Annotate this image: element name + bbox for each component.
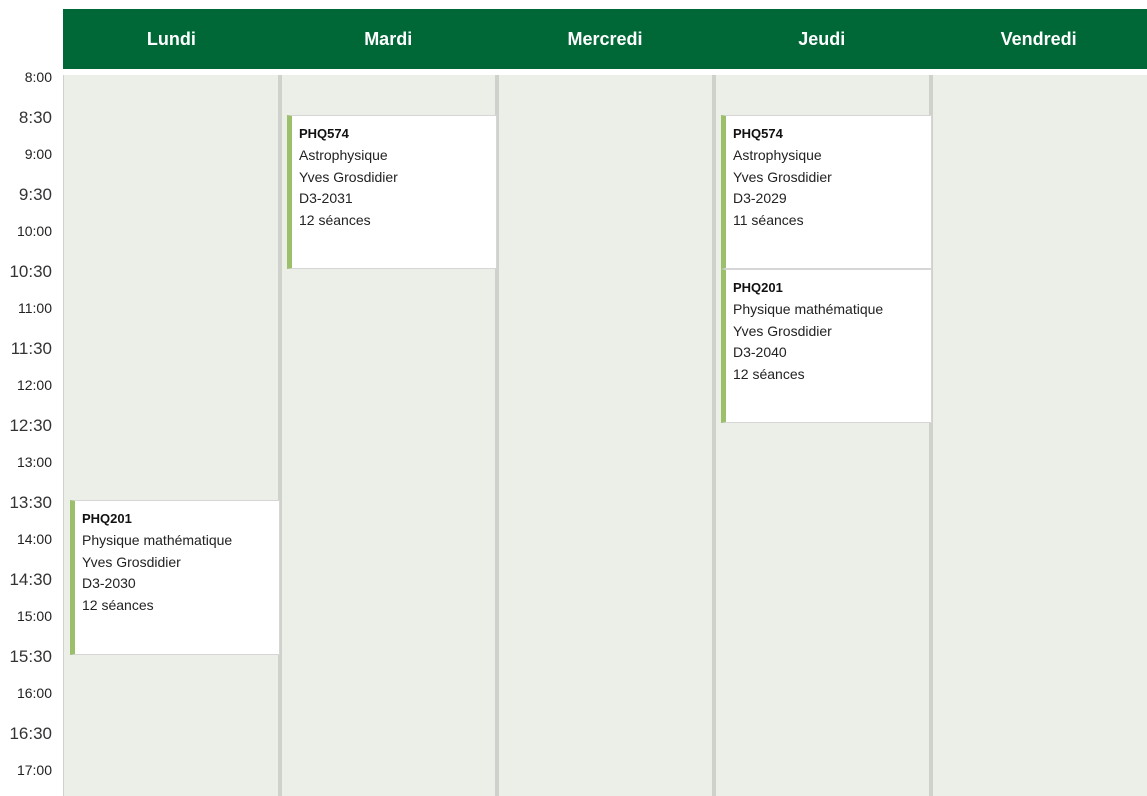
course-sessions: 12 séances (82, 596, 154, 613)
course-event-phq574-jeudi[interactable]: PHQ574 Astrophysique Yves Grosdidier D3-… (721, 115, 932, 269)
time-label: 15:30 (9, 647, 52, 666)
time-label: 14:00 (16, 531, 52, 547)
course-code: PHQ201 (82, 511, 132, 526)
course-code: PHQ574 (299, 126, 349, 141)
day-header-mercredi: Mercredi (567, 28, 643, 49)
time-label: 16:30 (9, 724, 52, 743)
time-label: 16:00 (16, 685, 52, 701)
day-column-lundi[interactable] (63, 75, 279, 796)
time-label: 13:30 (9, 493, 52, 512)
time-label: 10:30 (9, 262, 52, 281)
time-label: 11:00 (18, 300, 52, 316)
time-label: 13:00 (16, 454, 52, 470)
course-teacher: Yves Grosdidier (299, 168, 398, 185)
course-event-phq201-jeudi[interactable]: PHQ201 Physique mathématique Yves Grosdi… (721, 269, 932, 423)
time-label: 17:00 (16, 762, 52, 778)
day-header-jeudi: Jeudi (798, 28, 846, 49)
course-code: PHQ574 (733, 126, 783, 141)
course-sessions: 12 séances (733, 365, 805, 382)
time-label: 12:00 (16, 377, 52, 393)
time-label: 8:00 (24, 69, 52, 85)
course-sessions: 11 séances (733, 211, 804, 228)
column-divider (278, 75, 281, 796)
course-title: Physique mathématique (82, 532, 233, 548)
day-header-lundi: Lundi (146, 28, 196, 49)
course-code: PHQ201 (733, 280, 783, 295)
course-room: D3-2029 (733, 190, 787, 206)
course-title: Astrophysique (299, 147, 388, 163)
day-column-vendredi[interactable] (932, 75, 1147, 796)
time-label: 14:30 (9, 570, 52, 589)
weekly-schedule: Lundi Mardi Mercredi Jeudi Vendredi 8:00… (0, 0, 1147, 796)
course-title: Astrophysique (733, 147, 822, 163)
course-event-phq574-mardi[interactable]: PHQ574 Astrophysique Yves Grosdidier D3-… (287, 115, 497, 269)
time-label: 10:00 (16, 223, 52, 239)
course-teacher: Yves Grosdidier (733, 322, 832, 339)
time-label: 9:30 (18, 185, 52, 204)
days-header: Lundi Mardi Mercredi Jeudi Vendredi (63, 9, 1147, 69)
time-label: 8:30 (18, 108, 52, 127)
course-room: D3-2040 (733, 344, 787, 360)
course-teacher: Yves Grosdidier (82, 553, 181, 570)
time-label: 11:30 (10, 339, 52, 358)
course-sessions: 12 séances (299, 211, 371, 228)
day-column-mercredi[interactable] (498, 75, 713, 796)
course-title: Physique mathématique (733, 301, 884, 317)
column-divider (712, 75, 715, 796)
time-label: 9:00 (24, 146, 52, 162)
course-room: D3-2031 (299, 190, 353, 206)
course-teacher: Yves Grosdidier (733, 168, 832, 185)
day-header-mardi: Mardi (364, 28, 413, 49)
time-label: 12:30 (9, 416, 52, 435)
time-label: 15:00 (16, 608, 52, 624)
course-event-phq201-lundi[interactable]: PHQ201 Physique mathématique Yves Grosdi… (70, 500, 280, 655)
day-header-vendredi: Vendredi (1000, 28, 1077, 49)
course-room: D3-2030 (82, 575, 136, 591)
